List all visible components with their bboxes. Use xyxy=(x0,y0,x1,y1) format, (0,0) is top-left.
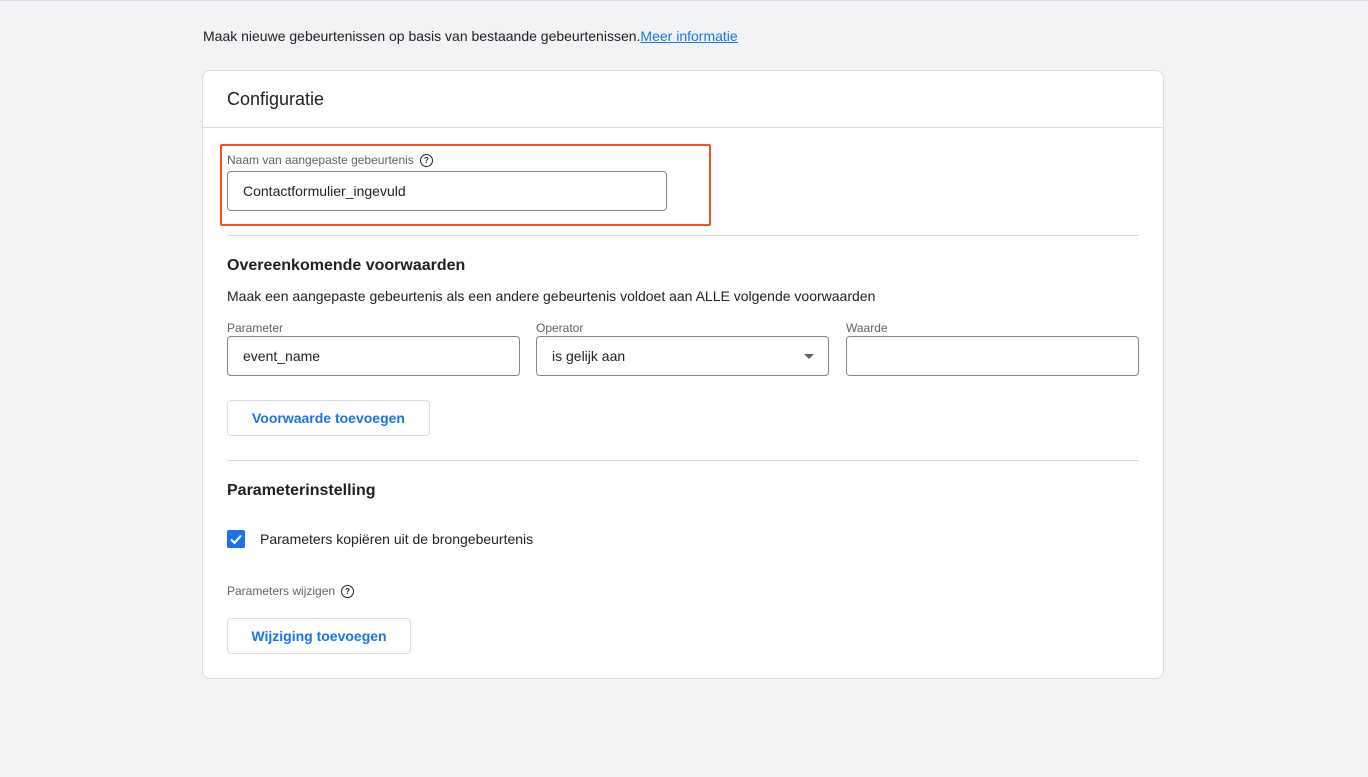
parameter-label: Parameter xyxy=(227,321,284,335)
custom-event-name-label-text: Naam van aangepaste gebeurtenis xyxy=(227,153,414,167)
divider xyxy=(227,460,1139,461)
parameter-value: event_name xyxy=(243,348,321,364)
add-modification-button[interactable]: Wijziging toevoegen xyxy=(227,618,411,654)
operator-value: is gelijk aan xyxy=(552,348,626,364)
configuration-card: Configuratie Naam van aangepaste gebeurt… xyxy=(202,70,1164,679)
card-header: Configuratie xyxy=(203,71,1163,128)
custom-event-name-label: Naam van aangepaste gebeurtenis ? xyxy=(227,153,433,167)
add-condition-button[interactable]: Voorwaarde toevoegen xyxy=(227,400,430,436)
value-input[interactable] xyxy=(846,336,1139,376)
learn-more-link[interactable]: Meer informatie xyxy=(640,28,737,44)
operator-label: Operator xyxy=(536,321,584,335)
triangle-down-icon xyxy=(804,354,814,359)
custom-event-name-value: Contactformulier_ingevuld xyxy=(243,183,406,199)
value-label: Waarde xyxy=(846,321,888,335)
operator-select[interactable]: is gelijk aan xyxy=(536,336,829,376)
parameter-settings-title: Parameterinstelling xyxy=(227,482,376,499)
custom-event-name-input[interactable]: Contactformulier_ingevuld xyxy=(227,171,667,211)
copy-parameters-row: Parameters kopiëren uit de brongebeurten… xyxy=(227,530,533,548)
copy-parameters-checkbox[interactable] xyxy=(227,530,245,548)
modify-parameters-label: Parameters wijzigen ? xyxy=(227,584,355,598)
conditions-title: Overeenkomende voorwaarden xyxy=(227,257,466,274)
intro-line: Maak nieuwe gebeurtenissen op basis van … xyxy=(203,27,738,45)
help-icon[interactable]: ? xyxy=(341,584,355,598)
parameter-input[interactable]: event_name xyxy=(227,336,520,376)
copy-parameters-label: Parameters kopiëren uit de brongebeurten… xyxy=(260,531,534,547)
checkmark-icon xyxy=(230,534,242,545)
page: Maak nieuwe gebeurtenissen op basis van … xyxy=(0,0,1368,777)
modify-parameters-label-text: Parameters wijzigen xyxy=(227,584,336,598)
help-icon[interactable]: ? xyxy=(419,153,433,167)
card-title: Configuratie xyxy=(227,88,325,109)
intro-text: Maak nieuwe gebeurtenissen op basis van … xyxy=(203,28,641,44)
divider xyxy=(227,235,1139,236)
conditions-description: Maak een aangepaste gebeurtenis als een … xyxy=(227,288,876,304)
